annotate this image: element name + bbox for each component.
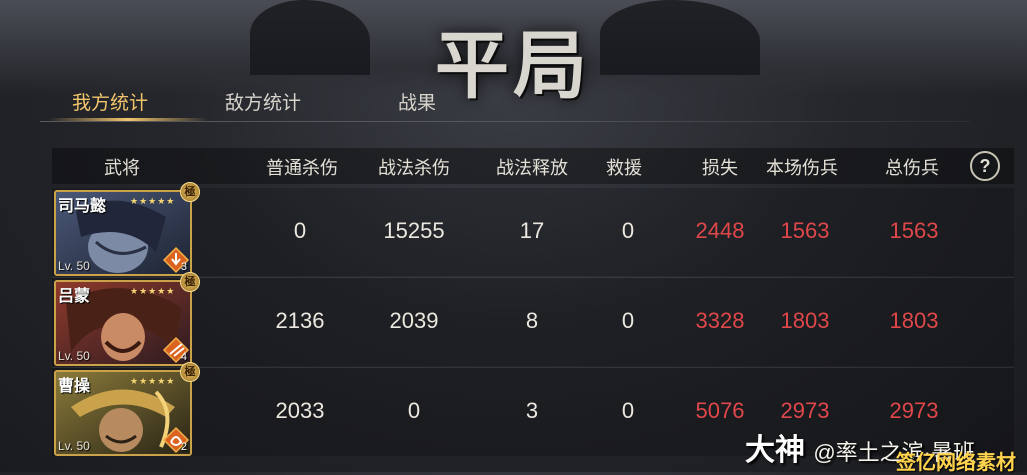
help-icon[interactable]: ? (970, 151, 1000, 181)
wounded: 2973 (780, 398, 830, 423)
rank-number: 2 (180, 441, 187, 453)
loss: 3328 (695, 308, 745, 333)
watermark-site: 签亿网络素材 (896, 452, 1016, 474)
col-general: 武将 (104, 158, 140, 178)
total-wounded: 1563 (889, 218, 939, 243)
col-normal-damage: 普通杀伤 (266, 158, 338, 178)
rank-number: 3 (180, 261, 187, 273)
col-skill-damage: 战法杀伤 (378, 158, 450, 178)
general-card[interactable]: 司马懿 ★★★★★ Lv. 50 3 (54, 190, 192, 276)
loss: 5076 (695, 398, 745, 423)
army-silhouette (600, 0, 760, 75)
star-rating: ★★★★★ (130, 196, 176, 206)
normal-damage: 2033 (275, 398, 325, 423)
tab-our-stats[interactable]: 我方统计 (72, 88, 148, 115)
general-level: Lv. 50 (58, 439, 90, 453)
general-name: 吕蒙 (58, 288, 91, 305)
table-row: 司马懿 ★★★★★ Lv. 50 3 極 0 15255 17 0 2448 1… (52, 182, 1014, 278)
col-wounded: 本场伤兵 (766, 158, 838, 178)
extreme-badge-icon: 極 (180, 182, 200, 202)
skill-damage: 15255 (383, 218, 445, 243)
wounded: 1803 (780, 308, 830, 333)
general-card[interactable]: 曹操 ★★★★★ Lv. 50 2 (54, 370, 192, 456)
extreme-badge-icon: 極 (180, 272, 200, 292)
general-name: 曹操 (58, 378, 91, 395)
rank-number: 4 (180, 351, 187, 363)
star-rating: ★★★★★ (130, 376, 176, 386)
star-rating: ★★★★★ (130, 286, 176, 296)
col-skill-casts: 战法释放 (496, 158, 568, 178)
skill-casts: 17 (519, 218, 545, 243)
tabs-divider (40, 121, 970, 122)
rescue: 0 (621, 308, 635, 333)
total-wounded: 1803 (889, 308, 939, 333)
skill-damage: 0 (407, 398, 421, 423)
normal-damage: 0 (293, 218, 307, 243)
col-loss: 损失 (702, 158, 738, 178)
table-header: 武将 普通杀伤 战法杀伤 战法释放 救援 损失 本场伤兵 总伤兵 ? (52, 148, 1014, 184)
tab-battle-result[interactable]: 战果 (398, 88, 436, 115)
tab-enemy-stats[interactable]: 敌方统计 (225, 88, 301, 115)
col-rescue: 救援 (606, 158, 642, 178)
army-silhouette (250, 0, 370, 75)
general-card[interactable]: 吕蒙 ★★★★★ Lv. 50 4 (54, 280, 192, 366)
rescue: 0 (621, 218, 635, 243)
skill-casts: 3 (525, 398, 539, 423)
watermark-brand: 大神 (745, 434, 805, 467)
extreme-badge-icon: 極 (180, 362, 200, 382)
stats-tabs: 我方统计 敌方统计 战果 (40, 82, 970, 122)
general-level: Lv. 50 (58, 259, 90, 273)
normal-damage: 2136 (275, 308, 325, 333)
general-name: 司马懿 (58, 198, 107, 215)
skill-damage: 2039 (389, 308, 439, 333)
general-level: Lv. 50 (58, 349, 90, 363)
total-wounded: 2973 (889, 398, 939, 423)
loss: 2448 (695, 218, 745, 243)
rescue: 0 (621, 398, 635, 423)
table-row: 吕蒙 ★★★★★ Lv. 50 4 極 2136 2039 8 0 3328 1… (52, 272, 1014, 368)
skill-casts: 8 (525, 308, 539, 333)
col-total-wounded: 总伤兵 (885, 158, 939, 178)
wounded: 1563 (780, 218, 830, 243)
